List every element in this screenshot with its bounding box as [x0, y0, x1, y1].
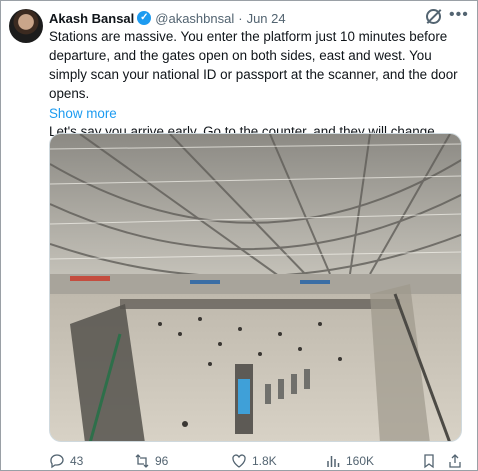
views-icon: [327, 456, 340, 467]
avatar[interactable]: [9, 9, 43, 43]
views-button[interactable]: 160K: [325, 452, 374, 470]
reply-button[interactable]: 43: [49, 452, 83, 470]
reply-icon: [50, 454, 64, 469]
like-button[interactable]: 1.8K: [231, 452, 277, 470]
repost-icon: [135, 454, 149, 468]
tweet-actions: 43 96 1.8K 160K: [49, 452, 469, 470]
tweet-photo[interactable]: [49, 133, 462, 442]
like-count: 1.8K: [252, 454, 277, 468]
station-interior-image: [50, 134, 461, 441]
tweet-card: Akash Bansal ✓ @akashbnsal · Jun 24 ••• …: [0, 0, 478, 471]
grok-icon[interactable]: [426, 9, 441, 24]
reply-count: 43: [70, 454, 84, 468]
repost-button[interactable]: 96: [134, 452, 168, 470]
show-more-link[interactable]: Show more: [49, 106, 117, 121]
more-icon[interactable]: •••: [449, 6, 469, 24]
verified-badge-icon: ✓: [137, 11, 152, 25]
bookmark-icon: [424, 454, 434, 469]
views-count: 160K: [346, 454, 375, 468]
separator-dot: ·: [238, 10, 243, 26]
share-icon: [449, 454, 461, 468]
share-button[interactable]: [447, 452, 468, 470]
tweet-header: Akash Bansal ✓ @akashbnsal · Jun 24: [49, 9, 286, 27]
like-icon: [232, 454, 246, 468]
tweet-date[interactable]: Jun 24: [247, 11, 286, 26]
repost-count: 96: [155, 454, 169, 468]
tweet-text-paragraph-1: Stations are massive. You enter the plat…: [49, 29, 458, 101]
author-name[interactable]: Akash Bansal: [49, 11, 134, 26]
bookmark-button[interactable]: [421, 452, 442, 470]
author-handle[interactable]: @akashbnsal: [155, 11, 234, 26]
tweet-text: Stations are massive. You enter the plat…: [49, 27, 469, 141]
